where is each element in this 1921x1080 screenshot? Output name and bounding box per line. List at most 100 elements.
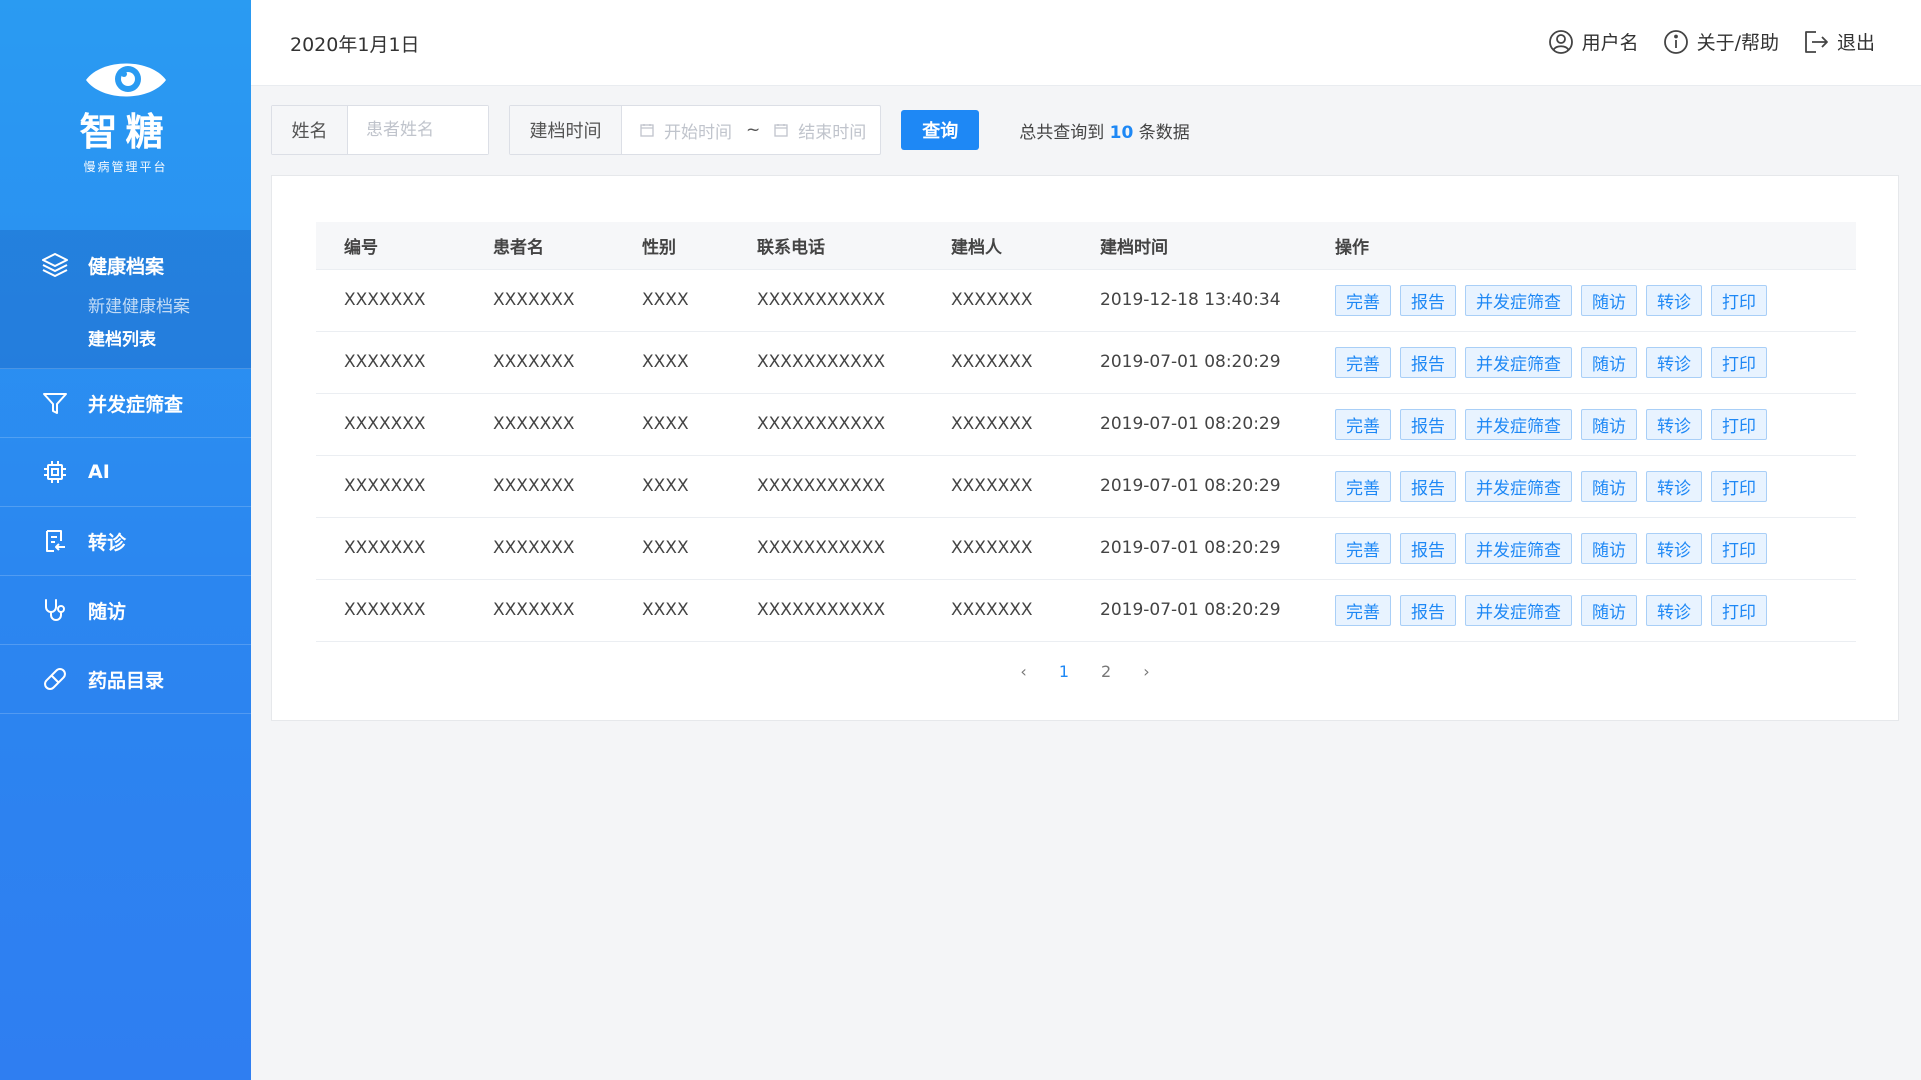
- date-filter: 建档时间 开始时间 ~ 结束时间: [509, 105, 882, 155]
- user-icon: [1548, 29, 1573, 54]
- current-date: 2020年1月1日: [290, 34, 420, 56]
- report-button[interactable]: 报告: [1400, 346, 1456, 378]
- column-header-creator: 建档人: [951, 237, 1002, 258]
- nav-group-health-records: 健康档案 新建健康档案 建档列表: [0, 230, 251, 369]
- nav-item-complication-screening[interactable]: 并发症筛查: [0, 369, 251, 438]
- page-2-button[interactable]: 2: [1101, 662, 1111, 681]
- complete-button[interactable]: 完善: [1335, 408, 1391, 440]
- report-button[interactable]: 报告: [1400, 594, 1456, 626]
- referral-button[interactable]: 转诊: [1646, 532, 1702, 564]
- column-header-created-time: 建档时间: [1100, 237, 1168, 258]
- referral-button[interactable]: 转诊: [1646, 284, 1702, 316]
- patient-name-input[interactable]: [348, 106, 488, 154]
- report-button[interactable]: 报告: [1400, 408, 1456, 440]
- filter-icon: [40, 388, 70, 418]
- nav-item-label: 健康档案: [88, 255, 165, 278]
- complication-screening-button[interactable]: 并发症筛查: [1465, 346, 1572, 378]
- cell-created-time: 2019-07-01 08:20:29: [1100, 414, 1281, 434]
- complication-screening-button[interactable]: 并发症筛查: [1465, 470, 1572, 502]
- start-date-input[interactable]: 开始时间: [664, 118, 732, 143]
- complication-screening-button[interactable]: 并发症筛查: [1465, 408, 1572, 440]
- side-nav: 健康档案 新建健康档案 建档列表 并发症筛查 AI 转诊 随访 药品目录: [0, 230, 251, 714]
- eye-logo-icon: [85, 63, 166, 97]
- complete-button[interactable]: 完善: [1335, 594, 1391, 626]
- print-button[interactable]: 打印: [1711, 532, 1767, 564]
- referral-button[interactable]: 转诊: [1646, 470, 1702, 502]
- report-button[interactable]: 报告: [1400, 470, 1456, 502]
- cell-id: XXXXXXX: [344, 538, 426, 558]
- cell-actions: 完善 报告 并发症筛查 随访 转诊 打印: [1307, 269, 1856, 331]
- print-button[interactable]: 打印: [1711, 284, 1767, 316]
- followup-button[interactable]: 随访: [1581, 470, 1637, 502]
- cell-gender: XXXX: [642, 352, 689, 372]
- filter-bar: 姓名 建档时间 开始时间 ~ 结束时间 查询 总共查询到 10 条数据: [271, 105, 1190, 155]
- row-actions: 完善 报告 并发症筛查 随访 转诊 打印: [1335, 532, 1856, 564]
- next-page-button[interactable]: ›: [1143, 662, 1149, 681]
- referral-button[interactable]: 转诊: [1646, 408, 1702, 440]
- print-button[interactable]: 打印: [1711, 594, 1767, 626]
- followup-button[interactable]: 随访: [1581, 346, 1637, 378]
- nav-item-followup[interactable]: 随访: [0, 576, 251, 645]
- print-button[interactable]: 打印: [1711, 470, 1767, 502]
- nav-sub-record-list[interactable]: 建档列表: [0, 325, 251, 350]
- end-date-input[interactable]: 结束时间: [798, 118, 866, 143]
- complication-screening-button[interactable]: 并发症筛查: [1465, 284, 1572, 316]
- complication-screening-button[interactable]: 并发症筛查: [1465, 532, 1572, 564]
- cell-phone: XXXXXXXXXXX: [757, 538, 886, 558]
- complete-button[interactable]: 完善: [1335, 284, 1391, 316]
- complication-screening-button[interactable]: 并发症筛查: [1465, 594, 1572, 626]
- user-button[interactable]: 用户名: [1548, 28, 1639, 55]
- row-actions: 完善 报告 并发症筛查 随访 转诊 打印: [1335, 346, 1856, 378]
- complete-button[interactable]: 完善: [1335, 470, 1391, 502]
- cell-created-time: 2019-07-01 08:20:29: [1100, 600, 1281, 620]
- print-button[interactable]: 打印: [1711, 408, 1767, 440]
- date-range-picker[interactable]: 开始时间 ~ 结束时间: [622, 106, 880, 154]
- prev-page-button[interactable]: ‹: [1020, 662, 1026, 681]
- nav-item-label: 并发症筛查: [88, 393, 184, 416]
- table-header-row: 编号 患者名 性别 联系电话 建档人 建档时间 操作: [316, 222, 1856, 269]
- nav-item-drug-catalog[interactable]: 药品目录: [0, 645, 251, 714]
- referral-button[interactable]: 转诊: [1646, 594, 1702, 626]
- cell-creator: XXXXXXX: [951, 352, 1033, 372]
- complete-button[interactable]: 完善: [1335, 532, 1391, 564]
- query-button[interactable]: 查询: [901, 110, 980, 150]
- report-button[interactable]: 报告: [1400, 284, 1456, 316]
- nav-item-ai[interactable]: AI: [0, 438, 251, 507]
- table-row: XXXXXXX XXXXXXX XXXX XXXXXXXXXXX XXXXXXX 2019…: [316, 517, 1856, 579]
- cell-patient-name: XXXXXXX: [493, 476, 575, 496]
- row-actions: 完善 报告 并发症筛查 随访 转诊 打印: [1335, 408, 1856, 440]
- nav-item-label: 随访: [88, 600, 127, 623]
- calendar-icon: [774, 124, 788, 137]
- cell-created-time: 2019-07-01 08:20:29: [1100, 352, 1281, 372]
- cell-patient-name: XXXXXXX: [493, 352, 575, 372]
- print-button[interactable]: 打印: [1711, 346, 1767, 378]
- followup-button[interactable]: 随访: [1581, 594, 1637, 626]
- nav-item-health-records[interactable]: 健康档案: [0, 250, 251, 280]
- followup-button[interactable]: 随访: [1581, 284, 1637, 316]
- about-help-button[interactable]: 关于/帮助: [1663, 28, 1779, 55]
- cell-id: XXXXXXX: [344, 352, 426, 372]
- cell-gender: XXXX: [642, 538, 689, 558]
- nav-item-referral[interactable]: 转诊: [0, 507, 251, 576]
- logout-label: 退出: [1836, 32, 1875, 54]
- nav-item-label: AI: [88, 461, 110, 483]
- column-header-patient-name: 患者名: [493, 237, 544, 258]
- calendar-icon: [640, 124, 654, 137]
- page-1-button[interactable]: 1: [1059, 662, 1069, 681]
- nav-sub-new-record[interactable]: 新建健康档案: [0, 292, 251, 317]
- logout-button[interactable]: 退出: [1803, 28, 1875, 55]
- complete-button[interactable]: 完善: [1335, 346, 1391, 378]
- name-filter-label: 姓名: [272, 106, 348, 154]
- pagination: ‹ 1 2 ›: [272, 662, 1898, 681]
- report-button[interactable]: 报告: [1400, 532, 1456, 564]
- cell-patient-name: XXXXXXX: [493, 290, 575, 310]
- cell-gender: XXXX: [642, 476, 689, 496]
- followup-button[interactable]: 随访: [1581, 532, 1637, 564]
- referral-button[interactable]: 转诊: [1646, 346, 1702, 378]
- followup-button[interactable]: 随访: [1581, 408, 1637, 440]
- cell-actions: 完善 报告 并发症筛查 随访 转诊 打印: [1307, 517, 1856, 579]
- cell-actions: 完善 报告 并发症筛查 随访 转诊 打印: [1307, 393, 1856, 455]
- user-name: 用户名: [1581, 32, 1639, 54]
- column-header-id: 编号: [344, 237, 378, 258]
- cell-phone: XXXXXXXXXXX: [757, 600, 886, 620]
